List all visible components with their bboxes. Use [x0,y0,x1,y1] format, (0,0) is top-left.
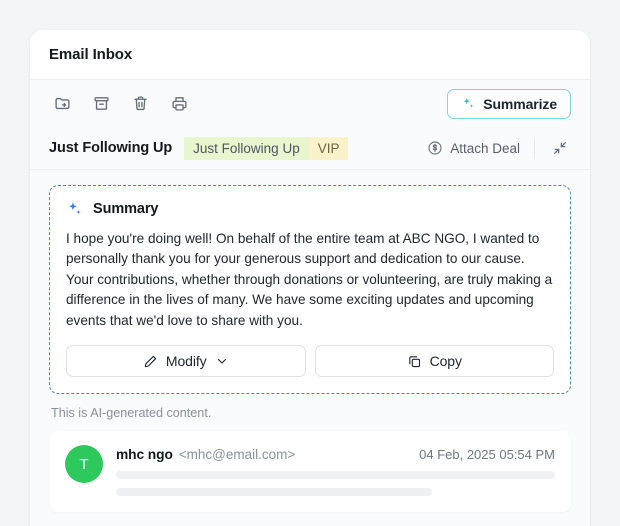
modify-button[interactable]: Modify [66,345,306,378]
copy-button[interactable]: Copy [314,345,554,378]
message-skeleton-line [116,471,555,480]
collapse-arrows-icon [552,140,568,156]
trash-icon [132,95,149,112]
sparkle-icon [66,200,84,218]
trash-button[interactable] [127,90,154,117]
email-subject: Just Following Up [49,140,173,156]
summary-card: Summary I hope you're doing well! On beh… [49,185,571,395]
summary-actions: Modify Copy [66,345,554,378]
toolbar-icon-group [49,90,193,117]
sender-name: mhc ngo [116,447,173,463]
message-skeleton-line [116,488,433,497]
ai-generated-note: This is AI-generated content. [51,406,212,421]
folder-move-icon [54,95,71,112]
page-title: Email Inbox [49,46,133,63]
copy-icon [407,354,422,369]
attach-deal-label: Attach Deal [450,140,520,156]
vertical-divider [534,137,535,159]
modify-label: Modify [165,353,207,370]
copy-label: Copy [429,353,462,370]
tag-just-following-up[interactable]: Just Following Up [184,136,309,160]
summary-text: I hope you're doing well! On behalf of t… [66,231,553,328]
window-header: Email Inbox [30,30,590,80]
pencil-icon [143,354,158,369]
tag-vip[interactable]: VIP [308,136,349,160]
tag-group: Just Following Up VIP [184,136,349,160]
toolbar: Summarize [30,80,590,127]
dollar-circle-icon [427,140,443,156]
message-card[interactable]: T mhc ngo <mhc@email.com> 04 Feb, 2025 0… [49,431,571,513]
message-header: mhc ngo <mhc@email.com> 04 Feb, 2025 05:… [116,447,555,462]
summary-title: Summary [93,201,159,217]
collapse-button[interactable] [549,137,571,159]
subject-row-actions: Attach Deal [427,137,571,159]
summarize-button[interactable]: Summarize [447,88,571,119]
print-button[interactable] [166,90,193,117]
email-inbox-window: Email Inbox Summarize Just Following Up … [30,30,590,526]
summary-header: Summary [66,200,554,218]
avatar: T [65,445,103,484]
sparkle-icon [461,96,476,111]
print-icon [171,95,188,112]
chevron-down-icon [215,354,229,368]
archive-button[interactable] [88,90,115,117]
message-timestamp: 04 Feb, 2025 05:54 PM [419,447,555,463]
summarize-label: Summarize [483,95,557,112]
email-body: Summary I hope you're doing well! On beh… [30,170,590,526]
message-content: mhc ngo <mhc@email.com> 04 Feb, 2025 05:… [116,445,555,497]
sender-email: <mhc@email.com> [178,447,296,463]
folder-move-button[interactable] [49,90,76,117]
subject-row: Just Following Up Just Following Up VIP … [30,127,590,170]
attach-deal-button[interactable]: Attach Deal [427,140,520,156]
archive-icon [93,95,110,112]
